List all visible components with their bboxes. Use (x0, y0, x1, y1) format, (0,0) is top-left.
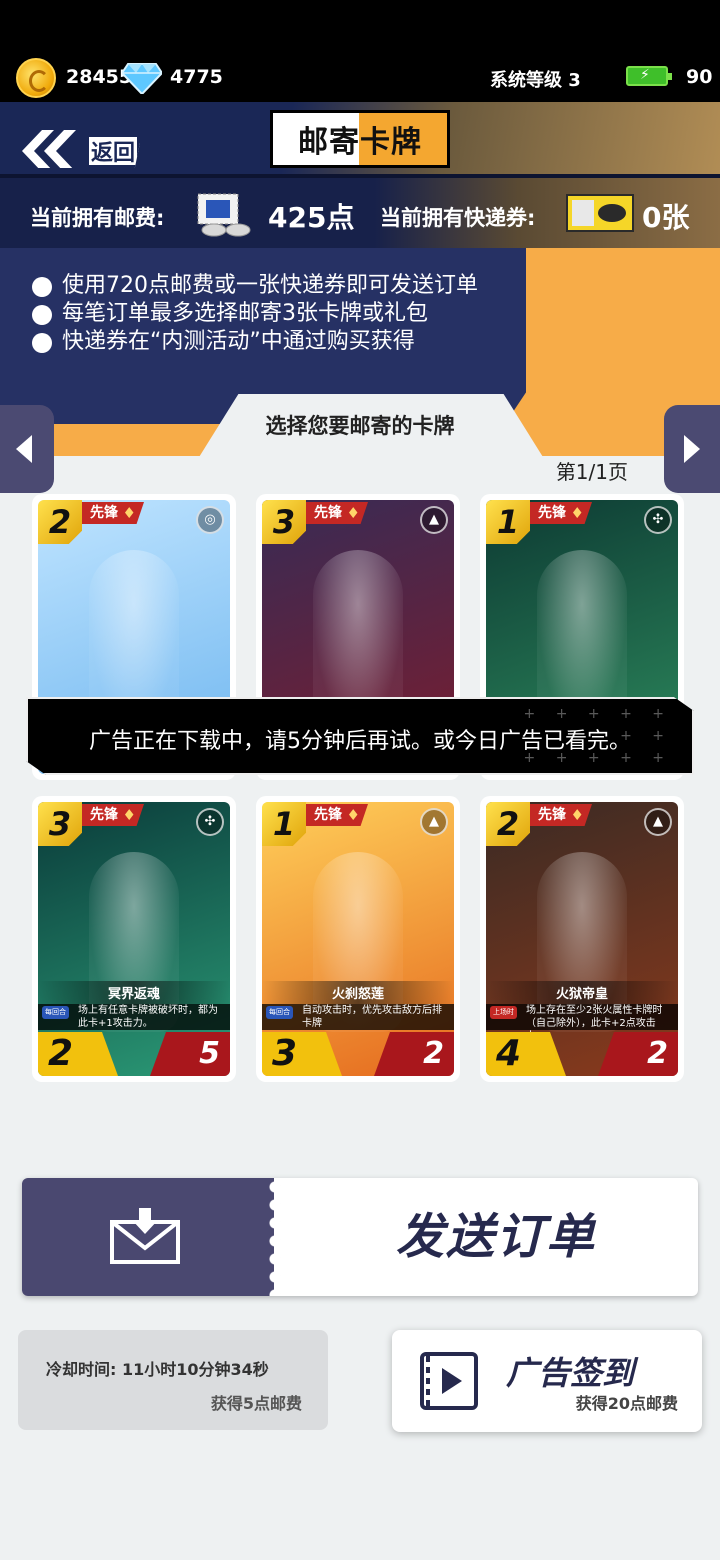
card-trigger-badge: 上场时 (490, 1006, 517, 1019)
card-name: 冥界返魂 (38, 981, 230, 1004)
rule-item: 快递券在“内测活动”中通过购买获得 (32, 328, 478, 356)
card-description: 上场时场上存在至少2张火属性卡牌时（自己除外），此卡+2点攻击力。 (486, 1004, 678, 1042)
element-fire-icon: ▲ (644, 808, 672, 836)
cooldown-timer: 冷却时间: 11小时10分钟34秒 (46, 1360, 269, 1379)
card-cost: 3 (262, 500, 306, 544)
card-health: 2 (374, 1032, 454, 1076)
express-ticket-label: 当前拥有快递券: (380, 206, 536, 230)
triangle-right-icon (684, 435, 700, 463)
card-class: 先锋 (530, 804, 592, 826)
card-class: 先锋 (306, 804, 368, 826)
cooldown-reward: 获得5点邮费 (210, 1394, 302, 1413)
back-label: 返回 (86, 134, 140, 168)
card-effect-text: 场上有任意卡牌被破坏时，都为此卡+1攻击力。 (78, 1005, 218, 1029)
page-title-box: 邮寄卡牌 (270, 110, 450, 168)
card-attack: 3 (262, 1032, 342, 1076)
card-class: 先锋 (82, 502, 144, 524)
card-cost: 1 (486, 500, 530, 544)
rules-list: 使用720点邮费或一张快递券即可发送订单 每笔订单最多选择邮寄3张卡牌或礼包 快… (32, 272, 478, 356)
element-fire-icon: ▲ (420, 808, 448, 836)
triangle-left-icon (16, 435, 32, 463)
card[interactable]: 3先锋✣冥界返魂每回合场上有任意卡牌被破坏时，都为此卡+1攻击力。25 (32, 796, 236, 1082)
section-title: 选择您要邮寄的卡牌 (265, 414, 455, 438)
currency-bar: 28455 4775 系统等级 3 ⚡ 90 (0, 0, 720, 102)
card-effect-text: 自动攻击时，优先攻击敌方后排卡牌 (302, 1005, 442, 1029)
card-trigger-badge: 每回合 (266, 1006, 293, 1019)
card-class: 先锋 (306, 502, 368, 524)
rule-item: 每笔订单最多选择邮寄3张卡牌或礼包 (32, 300, 478, 328)
card-trigger-badge: 每回合 (42, 1006, 69, 1019)
ad-sign-in-button[interactable]: 广告签到 获得20点邮费 (392, 1330, 702, 1432)
element-fire-icon: ▲ (420, 506, 448, 534)
element-ice-icon: ◎ (196, 506, 224, 534)
ad-sign-in-reward: 获得20点邮费 (575, 1394, 678, 1413)
page-indicator: 第1/1页 (555, 460, 628, 484)
card-art: 3先锋✣冥界返魂每回合场上有任意卡牌被破坏时，都为此卡+1攻击力。25 (38, 802, 230, 1076)
coin-icon (16, 58, 56, 98)
card-health: 5 (150, 1032, 230, 1076)
card[interactable]: 2先锋▲火狱帝皇上场时场上存在至少2张火属性卡牌时（自己除外），此卡+2点攻击力… (480, 796, 684, 1082)
card-art: 1先锋▲火刹怒莲每回合自动攻击时，优先攻击敌方后排卡牌32 (262, 802, 454, 1076)
toast-decoration: + + + + + + ++ + + + + + ++ + + + + + + (523, 706, 672, 788)
card-cost: 3 (38, 802, 82, 846)
card-description: 每回合 场上有任意卡牌被破坏时，都为此卡+1攻击力。 (38, 1004, 230, 1030)
card-attack: 2 (38, 1032, 118, 1076)
battery-amount: 90 (686, 66, 713, 88)
battery-icon: ⚡ (626, 66, 672, 86)
prev-page-button[interactable] (0, 405, 54, 493)
cooldown-panel: 冷却时间: 11小时10分钟34秒 获得5点邮费 (18, 1330, 328, 1430)
ad-sign-in-title: 广告签到 (506, 1354, 635, 1392)
card-cost: 2 (38, 500, 82, 544)
card-cost: 1 (262, 802, 306, 846)
send-order-button[interactable]: 发送订单 (22, 1178, 698, 1296)
postage-fee-label: 当前拥有邮费: (30, 206, 165, 230)
diamond-icon (122, 63, 162, 94)
postage-fee-value: 425点 (268, 201, 355, 234)
toast-message: 广告正在下载中，请5分钟后再试。或今日广告已看完。 + + + + + + + +… (26, 697, 694, 775)
system-level: 系统等级 3 (490, 70, 581, 91)
envelope-icon (110, 1208, 180, 1264)
card-art: 2先锋▲火狱帝皇上场时场上存在至少2张火属性卡牌时（自己除外），此卡+2点攻击力… (486, 802, 678, 1076)
card-health: 2 (598, 1032, 678, 1076)
video-play-icon (420, 1352, 478, 1410)
card-attack: 4 (486, 1032, 566, 1076)
send-order-label: 发送订单 (395, 1209, 596, 1265)
card-name: 火刹怒莲 (262, 981, 454, 1004)
card-name: 火狱帝皇 (486, 981, 678, 1004)
postage-panel: 当前拥有邮费: 425点 当前拥有快递券: 0张 使用720点邮费或一张快递券即… (0, 178, 720, 494)
section-tab (176, 394, 566, 494)
card-cost: 2 (486, 802, 530, 846)
card-class: 先锋 (82, 804, 144, 826)
express-ticket-icon (566, 194, 634, 232)
diamond-amount: 4775 (170, 66, 223, 88)
card-description: 每回合 自动攻击时，优先攻击敌方后排卡牌 (262, 1004, 454, 1030)
card-class: 先锋 (530, 502, 592, 524)
page-header: 返回 邮寄卡牌 (0, 102, 720, 178)
express-ticket-value: 0张 (642, 201, 690, 234)
card[interactable]: 1先锋▲火刹怒莲每回合自动攻击时，优先攻击敌方后排卡牌32 (256, 796, 460, 1082)
element-nature-icon: ✣ (196, 808, 224, 836)
ticket-perforation (266, 1178, 284, 1296)
page-title: 邮寄卡牌 (298, 125, 422, 160)
rule-item: 使用720点邮费或一张快递券即可发送订单 (32, 272, 478, 300)
back-button[interactable]: 返回 (6, 114, 146, 168)
element-nature-icon: ✣ (644, 506, 672, 534)
send-button-icon-area (22, 1178, 274, 1296)
next-page-button[interactable] (664, 405, 720, 493)
stamp-icon (197, 193, 251, 237)
